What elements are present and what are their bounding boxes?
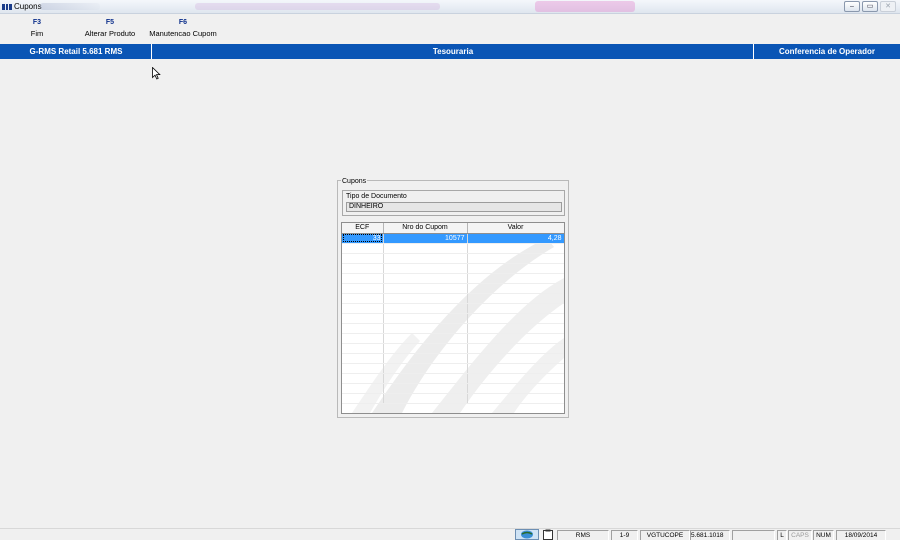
status-system: RMS [557,530,609,540]
status-l-indicator: L [777,530,787,540]
screen-title: Conferencia de Operador [778,47,876,56]
function-key-toolbar: F3 Fim F5 Alterar Produto F6 Manutencao … [0,15,900,44]
manutencao-cupom-button[interactable]: F6 Manutencao Cupom [147,19,219,38]
blurred-title-region [40,3,100,10]
status-store: 1-9 [611,530,638,540]
fkey-action-label: Fim [30,29,44,38]
document-type-group: Tipo de Documento DINHEIRO [342,190,565,216]
panel-title: Cupons [341,178,368,185]
status-empty [732,530,775,540]
mouse-cursor-icon [152,67,161,80]
empty-row [342,303,564,314]
clipboard-icon[interactable] [542,529,554,540]
status-program: VGTUCOPE [640,530,690,540]
fkey-label: F5 [105,19,115,26]
maximize-button[interactable]: ▭ [862,1,878,12]
empty-row [342,333,564,344]
window-controls: – ▭ ✕ [844,1,896,12]
empty-row [342,293,564,304]
table-row[interactable]: 33 10577 4,28 [342,233,564,244]
fkey-action-label: Alterar Produto [84,29,136,38]
globe-icon[interactable] [515,529,539,540]
empty-row [342,273,564,284]
empty-row [342,343,564,354]
cupons-panel: Cupons Tipo de Documento DINHEIRO ECF Nr… [337,178,569,418]
blurred-title-region [195,3,440,10]
empty-row [342,313,564,324]
empty-row [342,283,564,294]
window-title: Cupons [14,2,42,11]
app-icon[interactable] [2,4,13,10]
empty-row [342,363,564,374]
empty-row [342,253,564,264]
status-date: 18/09/2014 [836,530,886,540]
fkey-label: F6 [178,19,188,26]
status-version: 5.681.1018 [690,530,730,540]
column-header-valor[interactable]: Valor [467,223,564,234]
document-type-label: Tipo de Documento [346,193,407,200]
empty-row [342,323,564,334]
alterar-produto-button[interactable]: F5 Alterar Produto [82,19,138,38]
fkey-label: F3 [32,19,42,26]
status-bar: RMS 1-9 VGTUCOPE 5.681.1018 L CAPS NUM 1… [0,528,900,540]
empty-row [342,243,564,254]
blurred-title-region [535,1,635,12]
document-type-field[interactable]: DINHEIRO [346,202,562,212]
system-version-label: G-RMS Retail 5.681 RMS [29,47,123,56]
column-header-nro-cupom[interactable]: Nro do Cupom [383,223,468,234]
status-num-indicator: NUM [813,530,834,540]
fkey-action-label: Manutencao Cupom [149,29,217,38]
cupons-grid[interactable]: ECF Nro do Cupom Valor 33 10577 4,28 [341,222,565,414]
module-title: Tesouraria [432,47,474,56]
cell-nro-cupom[interactable]: 10577 [383,233,468,244]
cell-ecf[interactable]: 33 [342,233,384,244]
status-caps-indicator: CAPS [788,530,812,540]
minimize-button[interactable]: – [844,1,860,12]
cell-valor[interactable]: 4,28 [467,233,564,244]
empty-row [342,383,564,394]
cupons-table: ECF Nro do Cupom Valor 33 10577 4,28 [342,223,564,404]
empty-row [342,353,564,364]
module-header: G-RMS Retail 5.681 RMS Tesouraria Confer… [0,44,900,59]
table-header-row: ECF Nro do Cupom Valor [342,223,564,234]
title-bar: Cupons – ▭ ✕ [0,0,900,14]
empty-row [342,393,564,404]
empty-row [342,263,564,274]
fim-button[interactable]: F3 Fim [22,19,52,38]
empty-row [342,373,564,384]
close-button[interactable]: ✕ [880,1,896,12]
column-header-ecf[interactable]: ECF [342,223,384,234]
